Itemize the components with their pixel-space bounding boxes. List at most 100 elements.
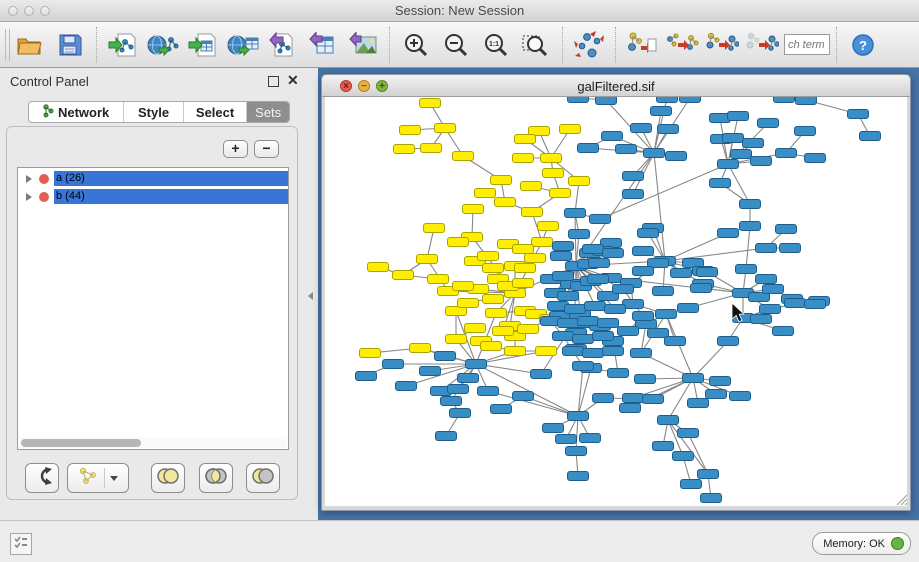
graph-node-blue[interactable] [718,160,739,169]
graph-node-blue[interactable] [605,305,626,314]
graph-node-blue[interactable] [683,374,704,383]
graph-node-blue[interactable] [658,416,679,425]
split-set-button[interactable] [25,463,59,493]
graph-node-blue[interactable] [805,154,826,163]
set-a-label[interactable]: a (26) [54,171,288,186]
graph-node-yellow[interactable] [491,176,512,185]
graph-node-blue[interactable] [723,134,744,143]
graph-node-blue[interactable] [603,249,624,258]
graph-node-blue[interactable] [458,374,479,383]
graph-node-blue[interactable] [658,125,679,134]
graph-node-blue[interactable] [688,399,709,408]
graph-node-blue[interactable] [553,272,574,281]
graph-node-blue[interactable] [603,347,624,356]
graph-node-blue[interactable] [774,97,795,103]
graph-node-blue[interactable] [491,405,512,414]
graph-node-yellow[interactable] [486,309,507,318]
graph-node-blue[interactable] [616,145,637,154]
graph-node-blue[interactable] [776,225,797,234]
graph-node-blue[interactable] [756,275,777,284]
graph-node-yellow[interactable] [421,144,442,153]
export-network-button[interactable] [263,26,303,64]
graph-node-yellow[interactable] [446,335,467,344]
graph-node-blue[interactable] [441,397,462,406]
graph-node-yellow[interactable] [515,135,536,144]
graph-node-blue[interactable] [648,329,669,338]
horizontal-scrollbar[interactable] [19,437,287,448]
graph-node-yellow[interactable] [475,189,496,198]
graph-node-blue[interactable] [556,435,577,444]
graph-node-blue[interactable] [435,352,456,361]
graph-node-yellow[interactable] [453,282,474,291]
graph-node-blue[interactable] [756,244,777,253]
graph-node-yellow[interactable] [448,238,469,247]
graph-node-yellow[interactable] [483,264,504,273]
graph-node-yellow[interactable] [483,295,504,304]
graph-node-blue[interactable] [633,247,654,256]
graph-node-blue[interactable] [396,382,417,391]
graph-node-yellow[interactable] [420,99,441,108]
graph-node-blue[interactable] [678,304,699,313]
network-frame[interactable]: × − + galFiltered.sif [321,74,911,511]
graph-node-blue[interactable] [780,244,801,253]
zoom-actual-size-button[interactable]: 1:1 [476,26,516,64]
graph-node-yellow[interactable] [522,208,543,217]
graph-node-yellow[interactable] [481,342,502,351]
graph-node-blue[interactable] [565,305,586,314]
graph-node-blue[interactable] [590,215,611,224]
graph-node-blue[interactable] [785,299,806,308]
graph-node-blue[interactable] [593,332,614,341]
open-session-button[interactable] [10,26,50,64]
panel-splitter[interactable] [305,68,318,520]
graph-node-blue[interactable] [568,97,589,103]
graph-node-blue[interactable] [730,392,751,401]
graph-node-blue[interactable] [673,452,694,461]
graph-node-yellow[interactable] [478,252,499,261]
graph-node-blue[interactable] [691,284,712,293]
tab-select[interactable]: Select [184,102,248,122]
union-networks-button[interactable] [702,26,742,64]
graph-node-blue[interactable] [671,269,692,278]
graph-node-blue[interactable] [608,369,629,378]
graph-node-yellow[interactable] [394,145,415,154]
graph-node-blue[interactable] [543,424,564,433]
graph-node-blue[interactable] [633,312,654,321]
graph-node-yellow[interactable] [435,124,456,133]
graph-node-blue[interactable] [589,259,610,268]
graph-node-blue[interactable] [631,349,652,358]
collapse-panel-arrow-icon[interactable] [308,292,313,300]
export-table-button[interactable] [303,26,343,64]
graph-node-blue[interactable] [436,432,457,441]
graph-node-blue[interactable] [681,480,702,489]
graph-node-blue[interactable] [466,360,487,369]
graph-node-blue[interactable] [666,152,687,161]
save-session-button[interactable] [50,26,90,64]
graph-node-yellow[interactable] [458,299,479,308]
graph-node-blue[interactable] [573,362,594,371]
intersect-networks-button[interactable] [742,26,782,64]
graph-node-blue[interactable] [651,107,672,116]
tab-style[interactable]: Style [124,102,184,122]
graph-node-yellow[interactable] [410,344,431,353]
scrollbar-thumb[interactable] [21,439,141,447]
help-button[interactable]: ? [843,26,883,64]
tab-sets[interactable]: Sets [247,102,289,122]
graph-node-blue[interactable] [638,229,659,238]
graph-node-yellow[interactable] [515,264,536,273]
graph-node-blue[interactable] [620,404,641,413]
graph-node-blue[interactable] [578,144,599,153]
graph-node-blue[interactable] [356,372,377,381]
graph-node-blue[interactable] [718,229,739,238]
memory-status-button[interactable]: Memory: OK [812,532,911,555]
diff-networks-button[interactable] [662,26,702,64]
graph-node-blue[interactable] [568,412,589,421]
task-monitor-button[interactable] [10,533,32,555]
graph-node-blue[interactable] [740,200,761,209]
graph-node-blue[interactable] [795,127,816,136]
graph-node-yellow[interactable] [493,327,514,336]
graph-node-blue[interactable] [598,319,619,328]
remove-set-button[interactable]: − [254,140,279,158]
graph-node-blue[interactable] [383,360,404,369]
graph-node-blue[interactable] [736,265,757,274]
graph-node-yellow[interactable] [560,125,581,134]
